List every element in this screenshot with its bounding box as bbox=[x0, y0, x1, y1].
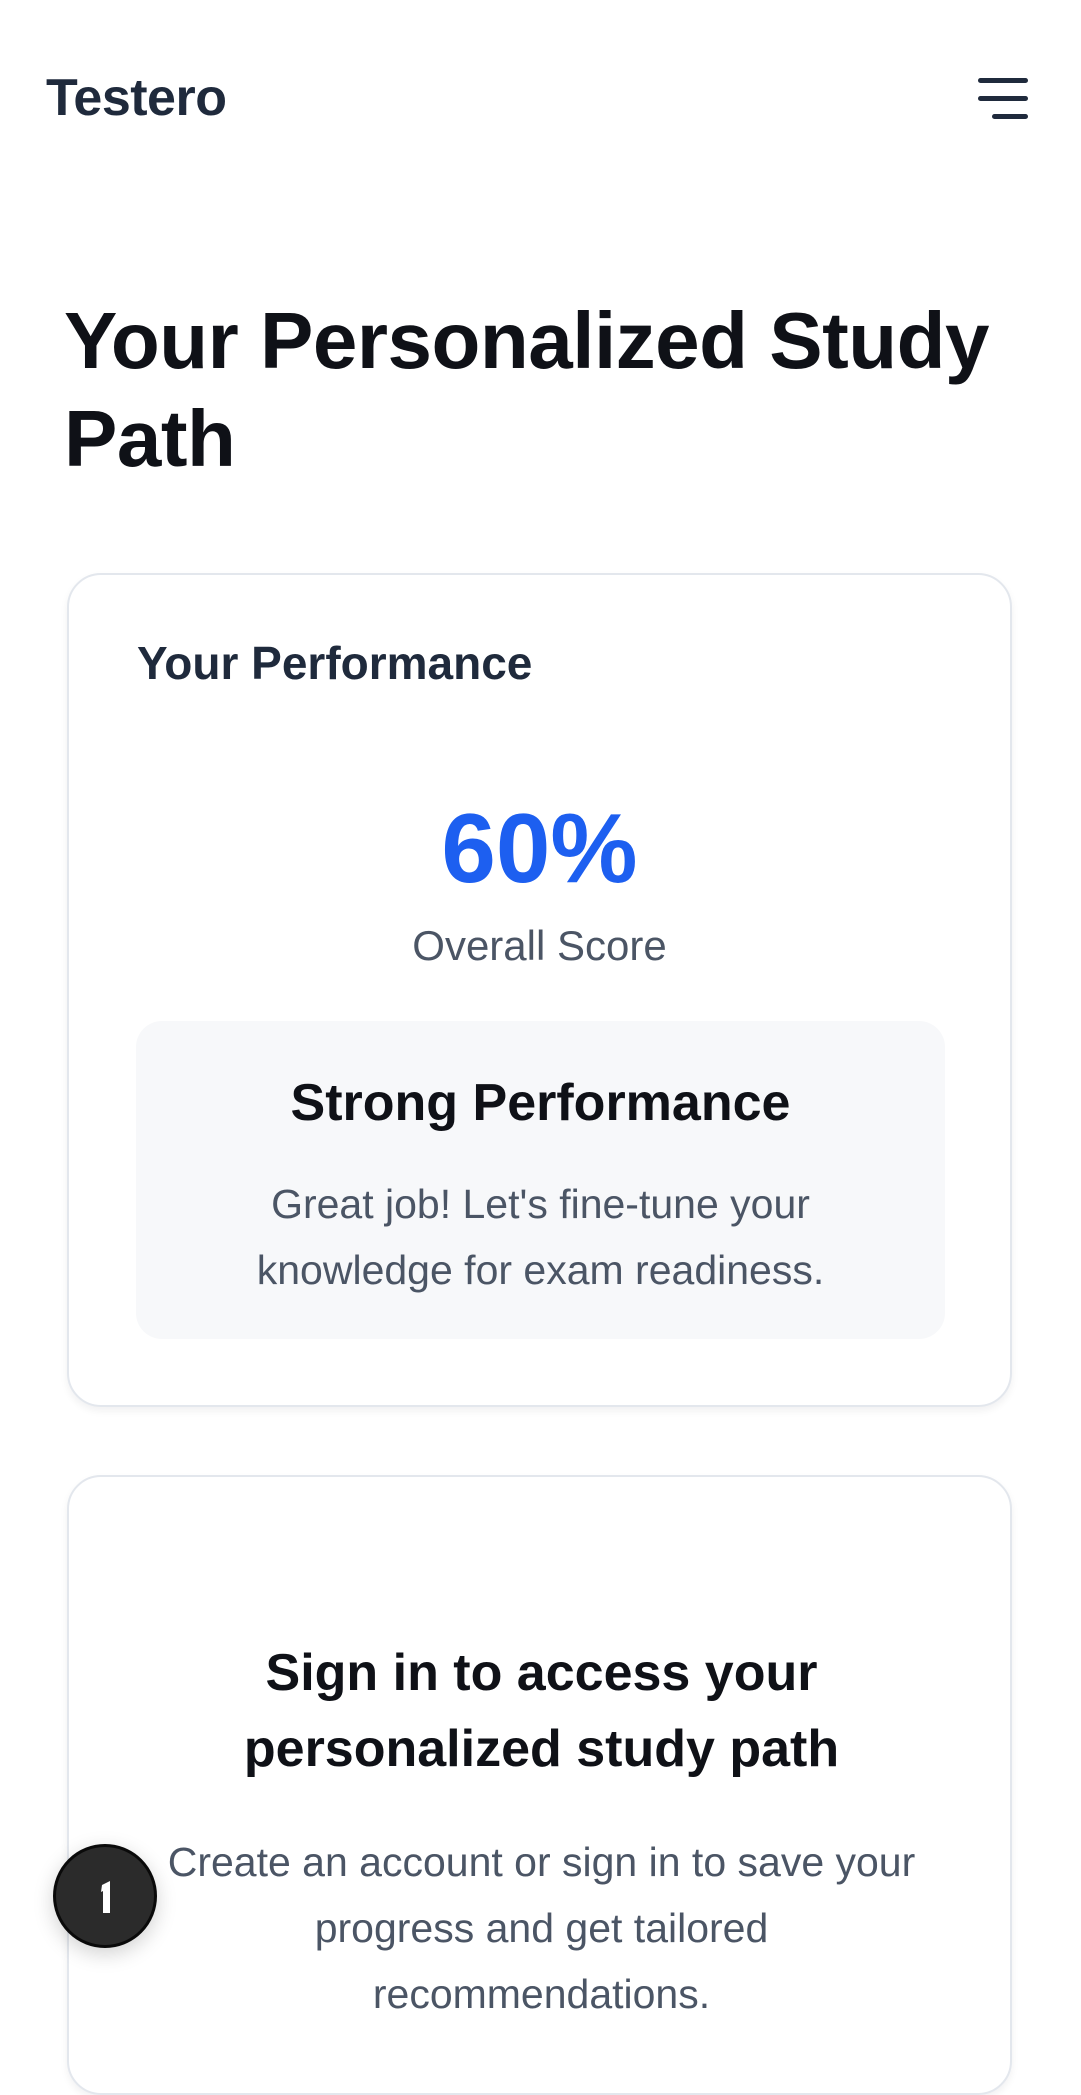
overall-score-label: Overall Score bbox=[412, 922, 667, 969]
performance-assessment-box: Strong Performance Great job! Let's fine… bbox=[136, 1021, 945, 1339]
menu-line-top bbox=[978, 78, 1028, 83]
overall-score-value: 60% bbox=[441, 793, 638, 903]
performance-card: Your Performance 60% Overall Score Stron… bbox=[67, 573, 1012, 1407]
page-title: Your Personalized Study Path bbox=[64, 296, 989, 483]
menu-line-bottom bbox=[992, 114, 1028, 119]
performance-card-title: Your Performance bbox=[137, 637, 533, 689]
hamburger-menu-icon[interactable] bbox=[974, 70, 1032, 126]
top-navigation: Testero bbox=[0, 0, 1081, 196]
performance-assessment-message: Great job! Let's fine-tune your knowledg… bbox=[256, 1181, 825, 1293]
cursor-icon bbox=[101, 1881, 110, 1913]
signin-prompt-message: Create an account or sign in to save you… bbox=[167, 1839, 916, 2017]
performance-assessment-heading: Strong Performance bbox=[290, 1074, 791, 1132]
floating-action-button[interactable] bbox=[53, 1844, 157, 1948]
signin-prompt-heading: Sign in to access your personalized stud… bbox=[243, 1644, 840, 1778]
signin-prompt-card: Sign in to access your personalized stud… bbox=[67, 1475, 1012, 2095]
menu-line-middle bbox=[978, 96, 1028, 101]
brand-logo[interactable]: Testero bbox=[46, 66, 227, 130]
